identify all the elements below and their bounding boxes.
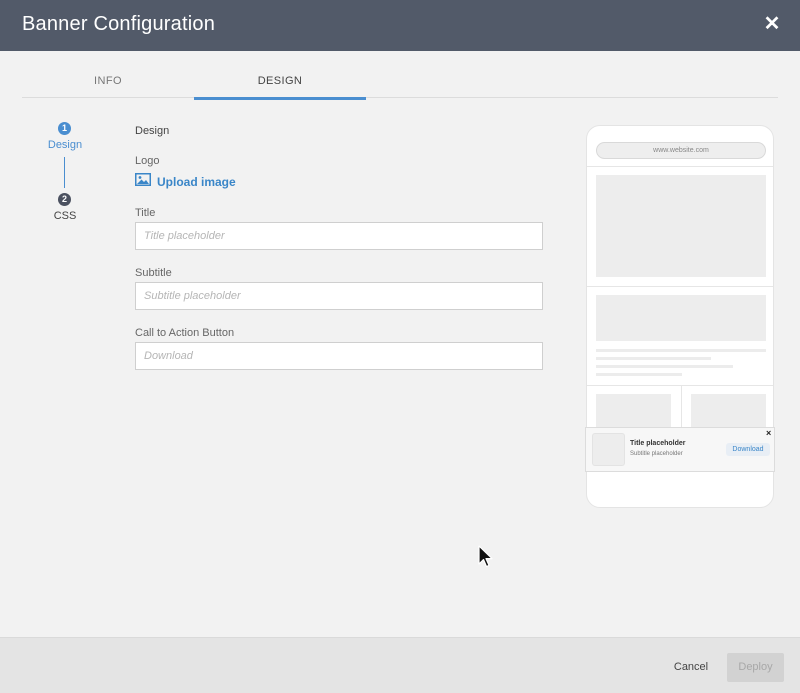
modal-footer: Cancel Deploy <box>0 637 800 693</box>
close-icon[interactable]: ✕ <box>762 13 782 35</box>
step-design[interactable]: Design <box>40 139 90 151</box>
title-label: Title <box>135 207 156 219</box>
image-icon <box>135 173 151 191</box>
deploy-button[interactable]: Deploy <box>727 653 784 682</box>
cancel-button[interactable]: Cancel <box>665 657 717 677</box>
preview-text-line <box>596 365 733 368</box>
mouse-cursor-icon <box>478 545 493 568</box>
preview-hero-block <box>596 175 766 277</box>
modal-title: Banner Configuration <box>22 13 216 35</box>
banner-logo-placeholder <box>592 433 625 466</box>
preview-divider <box>587 166 773 167</box>
banner-cta-button: Download <box>726 443 770 456</box>
preview-text-line <box>596 357 711 360</box>
preview-column-divider <box>681 386 682 431</box>
step-css[interactable]: CSS <box>40 210 90 222</box>
banner-close-icon: × <box>766 428 772 438</box>
tab-bar: INFO DESIGN <box>22 65 778 100</box>
subtitle-input[interactable] <box>135 282 543 310</box>
tab-info[interactable]: INFO <box>22 65 194 98</box>
logo-label: Logo <box>135 155 160 167</box>
tab-design[interactable]: DESIGN <box>194 65 366 100</box>
banner-subtitle: Subtitle placeholder <box>630 451 683 457</box>
preview-banner: Title placeholder Subtitle placeholder D… <box>585 427 775 472</box>
preview-url-bar: www.website.com <box>596 142 766 159</box>
section-title: Design <box>135 125 170 137</box>
preview-text-line <box>596 373 682 376</box>
preview-divider <box>587 286 773 287</box>
title-input[interactable] <box>135 222 543 250</box>
preview-text-line <box>596 349 766 352</box>
subtitle-label: Subtitle <box>135 267 172 279</box>
cta-label: Call to Action Button <box>135 327 235 339</box>
cta-input[interactable] <box>135 342 543 370</box>
preview-content-block <box>596 295 766 341</box>
upload-image-button[interactable]: Upload image <box>135 173 236 191</box>
step-1-badge: 1 <box>58 122 71 135</box>
step-2-badge: 2 <box>58 193 71 206</box>
stepper: 1 Design 2 CSS <box>40 120 90 230</box>
banner-title: Title placeholder <box>630 440 686 447</box>
modal-header: Banner Configuration ✕ <box>0 0 800 51</box>
step-connector <box>64 157 65 188</box>
upload-image-label: Upload image <box>157 175 236 189</box>
